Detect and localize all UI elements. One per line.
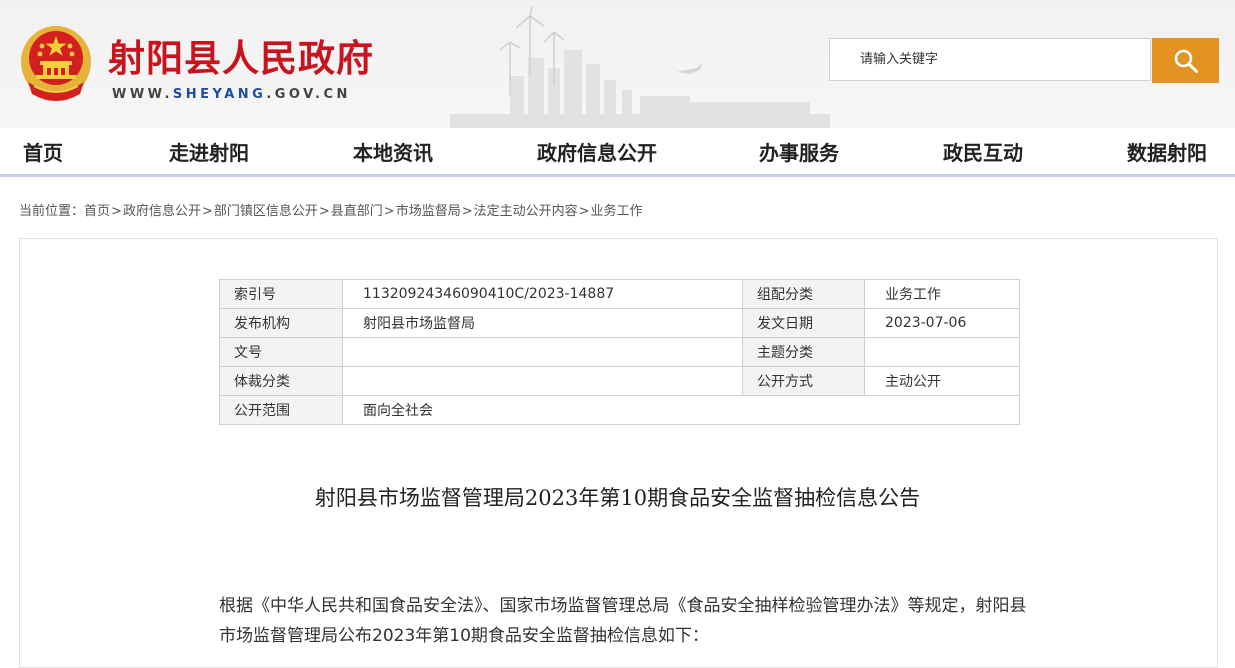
breadcrumb-item-home[interactable]: 首页 — [84, 204, 110, 219]
nav-item-home[interactable]: 首页 — [23, 137, 63, 166]
url-suffix: .GOV.CN — [266, 87, 351, 102]
breadcrumb-separator: > — [201, 204, 213, 219]
site-title[interactable]: 射阳县人民政府 — [108, 28, 374, 82]
breadcrumb-item-dept-info[interactable]: 部门镇区信息公开 — [214, 204, 318, 219]
breadcrumb-item-statutory-content[interactable]: 法定主动公开内容 — [474, 204, 578, 219]
breadcrumb-separator: > — [578, 204, 590, 219]
national-emblem-icon[interactable] — [20, 24, 92, 108]
meta-value: 2023-07-06 — [864, 308, 1020, 338]
breadcrumb-prefix: 当前位置： — [19, 204, 85, 219]
search-icon — [1174, 49, 1198, 73]
url-prefix: WWW. — [112, 87, 173, 102]
breadcrumb-separator: > — [461, 204, 473, 219]
breadcrumb-item-gov-info[interactable]: 政府信息公开 — [123, 204, 201, 219]
nav-item-data-sheyang[interactable]: 数据射阳 — [1127, 137, 1207, 166]
breadcrumb-separator: > — [383, 204, 395, 219]
breadcrumb-item-business-work[interactable]: 业务工作 — [591, 204, 643, 219]
breadcrumb-separator: > — [111, 204, 122, 219]
meta-value: 主动公开 — [864, 366, 1020, 396]
meta-value: 11320924346090410C/2023-14887 — [342, 279, 743, 309]
meta-label: 发文日期 — [742, 308, 865, 338]
meta-label: 公开范围 — [219, 395, 343, 425]
meta-label: 文号 — [219, 337, 343, 367]
meta-label: 发布机构 — [219, 308, 343, 338]
table-row: 公开范围 面向全社会 — [219, 395, 1020, 425]
nav-item-about-sheyang[interactable]: 走进射阳 — [169, 137, 249, 166]
nav-item-gov-info-disclosure[interactable]: 政府信息公开 — [537, 137, 657, 166]
breadcrumb: 当前位置：首页>政府信息公开>部门镇区信息公开>县直部门>市场监督局>法定主动公… — [19, 200, 643, 219]
table-row: 体裁分类 公开方式 主动公开 — [219, 366, 1020, 396]
nav-item-services[interactable]: 办事服务 — [759, 137, 839, 166]
nav-item-interaction[interactable]: 政民互动 — [943, 137, 1023, 166]
table-row: 文号 主题分类 — [219, 337, 1020, 367]
city-skyline-illustration — [450, 6, 830, 128]
meta-value: 射阳县市场监督局 — [342, 308, 743, 338]
meta-label: 索引号 — [219, 279, 343, 309]
main-nav: 首页 走进射阳 本地资讯 政府信息公开 办事服务 政民互动 数据射阳 — [0, 128, 1235, 177]
meta-label: 主题分类 — [742, 337, 865, 367]
article-title: 射阳县市场监督管理局2023年第10期食品安全监督抽检信息公告 — [314, 486, 921, 510]
document-metadata-table: 索引号 11320924346090410C/2023-14887 组配分类 业… — [219, 279, 1020, 425]
meta-label: 体裁分类 — [219, 366, 343, 396]
url-highlight: SHEYANG — [172, 87, 267, 102]
meta-label: 组配分类 — [742, 279, 865, 309]
table-row: 索引号 11320924346090410C/2023-14887 组配分类 业… — [219, 279, 1020, 309]
meta-label: 公开方式 — [742, 366, 865, 396]
search-button[interactable] — [1152, 38, 1219, 83]
table-row: 发布机构 射阳县市场监督局 发文日期 2023-07-06 — [219, 308, 1020, 338]
meta-value — [342, 366, 743, 396]
site-url: WWW.SHEYANG.GOV.CN — [112, 87, 351, 102]
meta-value — [342, 337, 743, 367]
nav-item-local-news[interactable]: 本地资讯 — [353, 137, 433, 166]
breadcrumb-separator: > — [318, 204, 330, 219]
meta-value: 面向全社会 — [342, 395, 1020, 425]
article-paragraph: 根据《中华人民共和国食品安全法》、国家市场监督管理总局《食品安全抽样检验管理办法… — [219, 596, 1027, 646]
breadcrumb-item-market-bureau[interactable]: 市场监督局 — [396, 204, 461, 219]
meta-value: 业务工作 — [864, 279, 1020, 309]
search-input[interactable] — [829, 38, 1151, 81]
meta-value — [864, 337, 1020, 367]
breadcrumb-item-county-depts[interactable]: 县直部门 — [331, 204, 383, 219]
